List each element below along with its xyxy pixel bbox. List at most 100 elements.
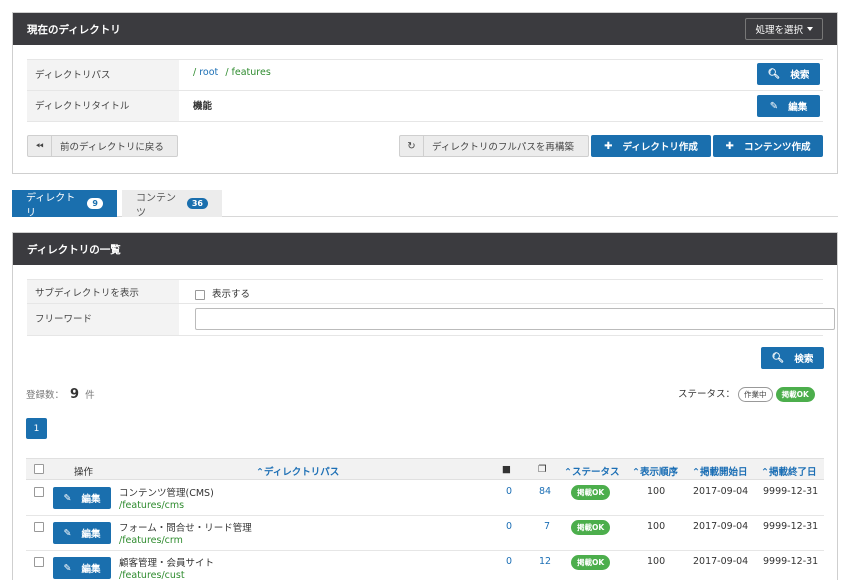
- breadcrumb-root-link[interactable]: root: [199, 67, 218, 78]
- header-end-sort[interactable]: ⌃掲載終了日: [761, 464, 816, 478]
- action-select-label: 処理を選択: [755, 25, 803, 36]
- count-badge: 36: [186, 198, 208, 209]
- row-start-date: 2017-09-04: [693, 521, 749, 532]
- freeword-input[interactable]: [195, 308, 835, 330]
- pencil-icon: ✎: [63, 562, 72, 574]
- row-checkbox[interactable]: [34, 556, 44, 567]
- panel-header: 現在のディレクトリ: [13, 13, 837, 45]
- action-select-button[interactable]: 処理を選択: [745, 18, 823, 40]
- search-button[interactable]: 🔍︎ 検索: [757, 63, 820, 85]
- row-title: 顧客管理・会員サイト: [119, 558, 215, 569]
- row-content-count[interactable]: 7: [544, 521, 550, 532]
- path-label: ディレクトリパス: [27, 60, 179, 90]
- back-directory-button[interactable]: ⏪︎ 前のディレクトリに戻る: [27, 135, 178, 157]
- row-checkbox[interactable]: [34, 521, 44, 532]
- back-button-label: 前のディレクトリに戻る: [60, 142, 164, 153]
- caret-down-icon: [807, 27, 813, 31]
- pagination-page[interactable]: 1: [26, 418, 47, 439]
- show-sub-checkbox[interactable]: [195, 289, 205, 300]
- row-dir-count[interactable]: 0: [506, 556, 512, 567]
- count-label: 登録数：: [26, 390, 65, 401]
- edit-label: 編集: [81, 529, 101, 540]
- row-content-count[interactable]: 12: [539, 556, 551, 567]
- row-content-count[interactable]: 84: [539, 486, 551, 497]
- count-value: 9: [70, 387, 80, 402]
- row-start-date: 2017-09-04: [693, 556, 749, 567]
- current-directory-panel: 現在のディレクトリ 処理を選択 ディレクトリパス / root / featur…: [12, 12, 838, 174]
- rebuild-path-button[interactable]: ↻ ディレクトリのフルパスを再構築: [399, 135, 589, 157]
- row-edit-button[interactable]: ✎ 編集: [53, 557, 111, 579]
- row-edit-button[interactable]: ✎ 編集: [53, 487, 111, 509]
- edit-label: 編集: [81, 564, 101, 575]
- create-directory-button[interactable]: ✚ ディレクトリ作成: [591, 135, 711, 157]
- row-dir-count[interactable]: 0: [506, 521, 512, 532]
- breadcrumb: / root / features: [193, 67, 271, 78]
- edit-label: 編集: [81, 494, 101, 505]
- show-sub-row: サブディレクトリを表示 表示する: [27, 280, 823, 304]
- header-path-label: ディレクトリパス: [263, 467, 340, 478]
- header-end-label: 掲載終了日: [768, 467, 817, 478]
- header-order-sort[interactable]: ⌃表示順序: [632, 464, 678, 478]
- panel-title: 現在のディレクトリ: [27, 23, 121, 36]
- create-content-label: コンテンツ作成: [743, 142, 811, 153]
- edit-directory-button[interactable]: ✎ 編集: [757, 95, 820, 117]
- count-badge: 9: [87, 198, 103, 209]
- header-start-sort[interactable]: ⌃掲載開始日: [692, 464, 747, 478]
- tab-directory[interactable]: ディレクトリ 9: [12, 190, 117, 219]
- row-path-link[interactable]: /features/cms: [119, 500, 184, 511]
- filter-table: サブディレクトリを表示 表示する フリーワード: [27, 279, 835, 336]
- row-start-date: 2017-09-04: [693, 486, 749, 497]
- table-row: ✎ 編集 コンテンツ管理(CMS) /features/cms 0 84 掲載OK…: [26, 481, 824, 516]
- status-draft-badge: 作業中: [738, 387, 773, 402]
- edit-button-label: 編集: [788, 102, 808, 113]
- show-sub-label: サブディレクトリを表示: [27, 280, 179, 303]
- backward-icon: ⏪︎: [28, 136, 52, 156]
- row-path-link[interactable]: /features/cust: [119, 570, 185, 580]
- pencil-icon: ✎: [63, 492, 72, 504]
- table-row: ✎ 編集 フォーム・問合せ・リード管理 /features/crm 0 7 掲載O…: [26, 516, 824, 551]
- pencil-icon: ✎: [769, 100, 779, 112]
- copy-icon: ❐: [538, 464, 547, 475]
- row-end-date: 9999-12-31: [763, 486, 819, 497]
- row-status-badge: 掲載OK: [571, 555, 611, 570]
- row-checkbox[interactable]: [34, 486, 44, 497]
- plus-icon: ✚: [725, 140, 734, 152]
- row-status-badge: 掲載OK: [571, 520, 611, 535]
- rebuild-button-label: ディレクトリのフルパスを再構築: [432, 142, 574, 153]
- title-row: ディレクトリタイトル 機能: [27, 91, 823, 122]
- tab-bar: ディレクトリ 9 コンテンツ 36: [12, 190, 838, 219]
- count-unit: 件: [85, 390, 95, 401]
- folder-icon: ■: [502, 464, 511, 475]
- show-sub-option: 表示する: [195, 286, 250, 300]
- path-separator: /: [225, 67, 229, 78]
- select-all-checkbox[interactable]: [34, 463, 44, 474]
- row-edit-button[interactable]: ✎ 編集: [53, 522, 111, 544]
- list-search-button[interactable]: 🔍︎ 検索: [761, 347, 824, 369]
- table-header: 操作 ⌃ディレクトリパス ■ ❐ ⌃ステータス ⌃表示順序 ⌃掲載開始日 ⌃掲載…: [26, 458, 824, 480]
- pencil-icon: ✎: [63, 527, 72, 539]
- header-status-sort[interactable]: ⌃ステータス: [564, 464, 619, 478]
- header-status-label: ステータス: [571, 467, 620, 478]
- tab-label: ディレクトリ: [26, 192, 76, 219]
- row-dir-count[interactable]: 0: [506, 486, 512, 497]
- table-row: ✎ 編集 顧客管理・会員サイト /features/cust 0 12 掲載OK …: [26, 551, 824, 580]
- row-end-date: 9999-12-31: [763, 556, 819, 567]
- path-row: ディレクトリパス / root / features: [27, 60, 823, 91]
- tab-contents[interactable]: コンテンツ 36: [122, 190, 222, 219]
- search-button-label: 検索: [790, 70, 810, 81]
- header-start-label: 掲載開始日: [699, 467, 748, 478]
- freeword-row: フリーワード: [27, 304, 835, 336]
- row-status-badge: 掲載OK: [571, 485, 611, 500]
- header-path-sort[interactable]: ⌃ディレクトリパス: [256, 464, 339, 478]
- panel-header: ディレクトリの一覧: [13, 233, 837, 265]
- create-content-button[interactable]: ✚ コンテンツ作成: [713, 135, 823, 157]
- create-directory-label: ディレクトリ作成: [622, 142, 698, 153]
- row-path-link[interactable]: /features/crm: [119, 535, 183, 546]
- directory-title: 機能: [193, 101, 213, 112]
- record-count: 登録数： 9 件: [26, 387, 95, 402]
- freeword-label: フリーワード: [27, 304, 179, 335]
- tab-label: コンテンツ: [136, 192, 176, 219]
- row-end-date: 9999-12-31: [763, 521, 819, 532]
- refresh-icon: ↻: [400, 136, 424, 156]
- status-ok-badge: 掲載OK: [775, 387, 815, 402]
